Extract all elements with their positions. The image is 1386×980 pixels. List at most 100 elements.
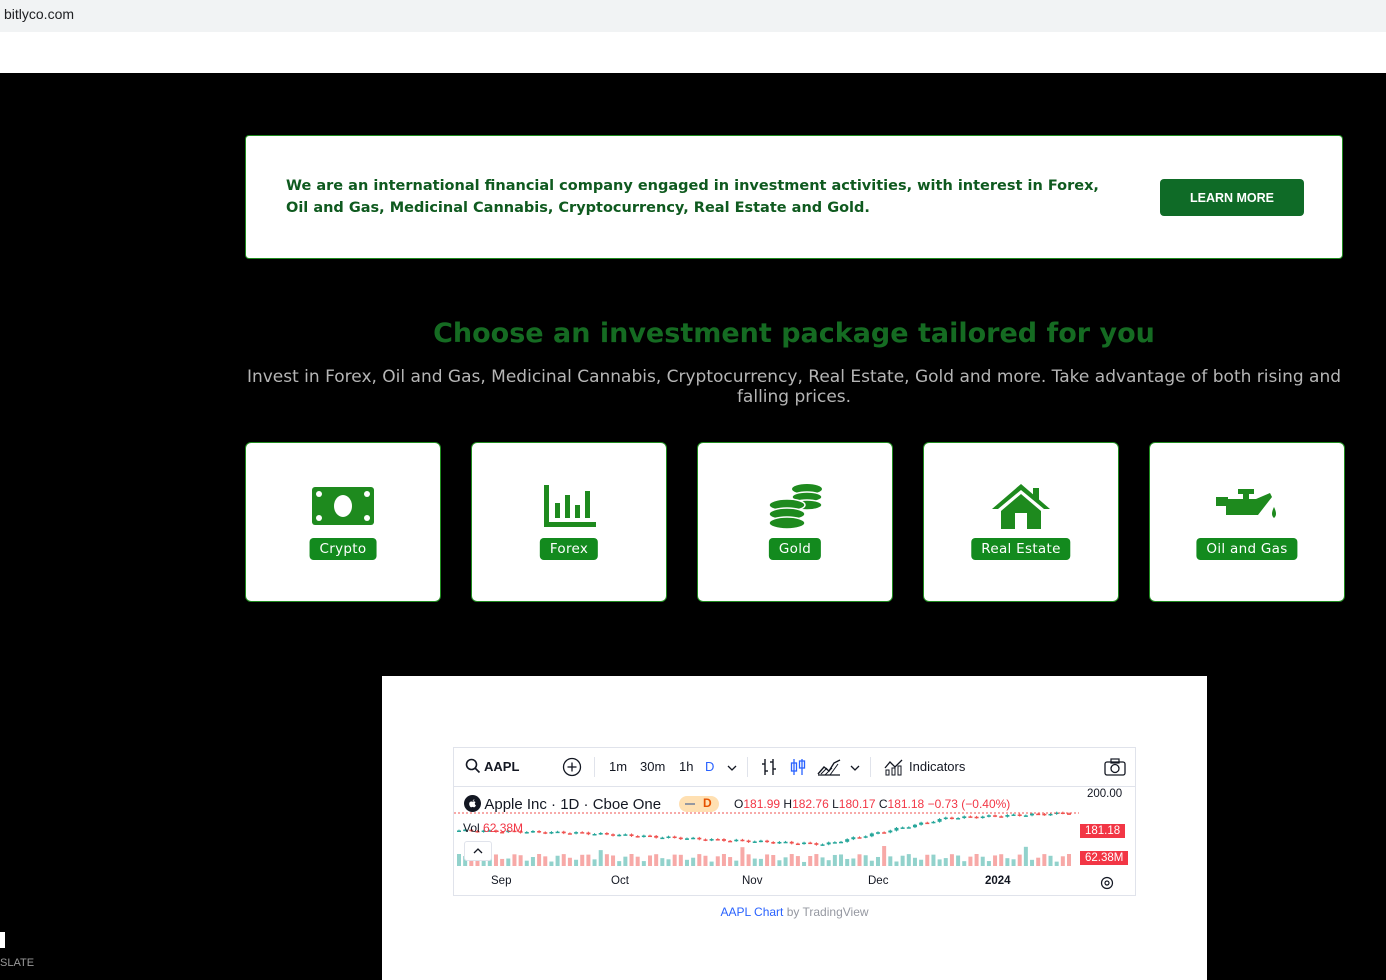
volume-bar <box>1054 861 1059 866</box>
browser-address-bar[interactable]: bitlyco.com <box>0 0 1386 32</box>
volume-bar <box>974 854 979 866</box>
volume-bar <box>635 856 640 866</box>
candle-body <box>857 837 862 839</box>
tradingview-widget[interactable]: AAPL 1m 30m 1h D Indicators Apple Inc · … <box>453 747 1136 896</box>
interval-1h[interactable]: 1h <box>679 759 693 774</box>
volume-bar <box>697 854 702 866</box>
volume-bar <box>869 860 874 866</box>
candle-body <box>980 816 985 819</box>
candle-body <box>635 836 640 838</box>
interval-d[interactable]: D <box>705 759 714 774</box>
candle-body <box>1030 813 1035 816</box>
volume-bar <box>814 854 819 866</box>
volume-bar <box>1005 858 1010 866</box>
candle-body <box>765 840 770 843</box>
volume-bar <box>567 857 572 866</box>
volume-bar <box>845 858 850 866</box>
package-label: Real Estate <box>971 538 1071 560</box>
apple-logo-icon <box>464 795 481 812</box>
chevron-down-icon[interactable] <box>727 761 737 776</box>
chevron-down-icon[interactable] <box>850 761 860 776</box>
settings-gear-icon[interactable] <box>1100 876 1114 895</box>
package-card-real-estate[interactable]: Real Estate <box>923 442 1119 602</box>
candle-body <box>623 834 628 836</box>
volume-bar <box>771 855 776 866</box>
packages-subheading: Invest in Forex, Oil and Gas, Medicinal … <box>246 367 1342 407</box>
toolbar-divider <box>594 757 595 777</box>
package-card-oil-gas[interactable]: Oil and Gas <box>1149 442 1345 602</box>
candle-body <box>882 832 887 834</box>
volume-bar <box>703 855 708 866</box>
learn-more-button[interactable]: LEARN MORE <box>1160 179 1304 216</box>
volume-bar <box>795 856 800 866</box>
volume-bar <box>709 861 714 866</box>
candle-body <box>592 833 597 836</box>
volume-bar <box>1011 859 1016 866</box>
candle-body <box>814 843 819 845</box>
candle-body <box>949 817 954 820</box>
volume-bar <box>555 855 560 866</box>
volume-bar <box>1017 854 1022 866</box>
candle-body <box>956 818 961 820</box>
candle-body <box>684 838 689 840</box>
chart-toolbar: AAPL 1m 30m 1h D Indicators <box>454 748 1135 787</box>
oil-can-icon <box>1216 489 1276 518</box>
candle-body <box>586 832 591 835</box>
candle-body <box>709 839 714 841</box>
volume-bar <box>1023 846 1028 866</box>
aapl-chart-link[interactable]: AAPL Chart <box>720 905 783 919</box>
collapse-legend-button[interactable] <box>464 841 492 861</box>
time-axis-label: Nov <box>742 875 763 887</box>
symbol-search[interactable]: AAPL <box>484 759 519 774</box>
volume-bar <box>808 856 813 866</box>
last-volume-tag: 62.38M <box>1080 851 1129 865</box>
candle-body <box>808 842 813 845</box>
volume-bar <box>986 861 991 866</box>
package-card-gold[interactable]: Gold <box>697 442 893 602</box>
volume-bar <box>1060 856 1065 866</box>
url-text[interactable]: bitlyco.com <box>4 6 74 22</box>
volume-bar <box>629 854 634 866</box>
volume-bar <box>906 854 911 866</box>
package-card-crypto[interactable]: Crypto <box>245 442 441 602</box>
interval-30m[interactable]: 30m <box>640 759 665 774</box>
volume-bar <box>900 855 905 866</box>
candle-body <box>943 817 948 820</box>
volume-bar <box>937 859 942 866</box>
candle-body <box>845 839 850 842</box>
compare-add-icon[interactable] <box>562 757 582 780</box>
candle-body <box>912 824 917 828</box>
volume-bar <box>598 850 603 866</box>
candle-body <box>648 835 653 838</box>
indicators-icon[interactable] <box>884 758 904 779</box>
volume-bar <box>746 854 751 866</box>
candle-body <box>820 844 825 846</box>
volume-bar <box>500 858 505 866</box>
candle-body <box>537 831 542 833</box>
search-icon[interactable] <box>465 758 481 777</box>
camera-icon[interactable] <box>1104 758 1126 779</box>
chevron-up-icon <box>473 848 483 854</box>
area-style-icon[interactable] <box>817 758 841 779</box>
indicators-button[interactable]: Indicators <box>909 759 965 774</box>
volume-bar <box>993 855 998 866</box>
volume-bar <box>956 855 961 866</box>
coins-icon <box>768 484 823 530</box>
package-card-forex[interactable]: Forex <box>471 442 667 602</box>
candle-body <box>1036 813 1041 816</box>
candle-body <box>660 837 665 840</box>
candle-body <box>758 840 763 843</box>
volume-bar <box>617 861 622 866</box>
volume-bar <box>752 858 757 866</box>
volume-bar <box>543 856 548 866</box>
candle-body <box>604 833 609 835</box>
interval-1m[interactable]: 1m <box>609 759 627 774</box>
bars-style-icon[interactable] <box>761 758 777 779</box>
candle-body <box>567 833 572 835</box>
candles-style-icon[interactable] <box>790 758 806 779</box>
volume-bar <box>777 860 782 866</box>
volume-bar <box>949 854 954 866</box>
candle-body <box>1023 815 1028 817</box>
volume-bar <box>1036 857 1041 866</box>
house-icon <box>992 484 1050 529</box>
